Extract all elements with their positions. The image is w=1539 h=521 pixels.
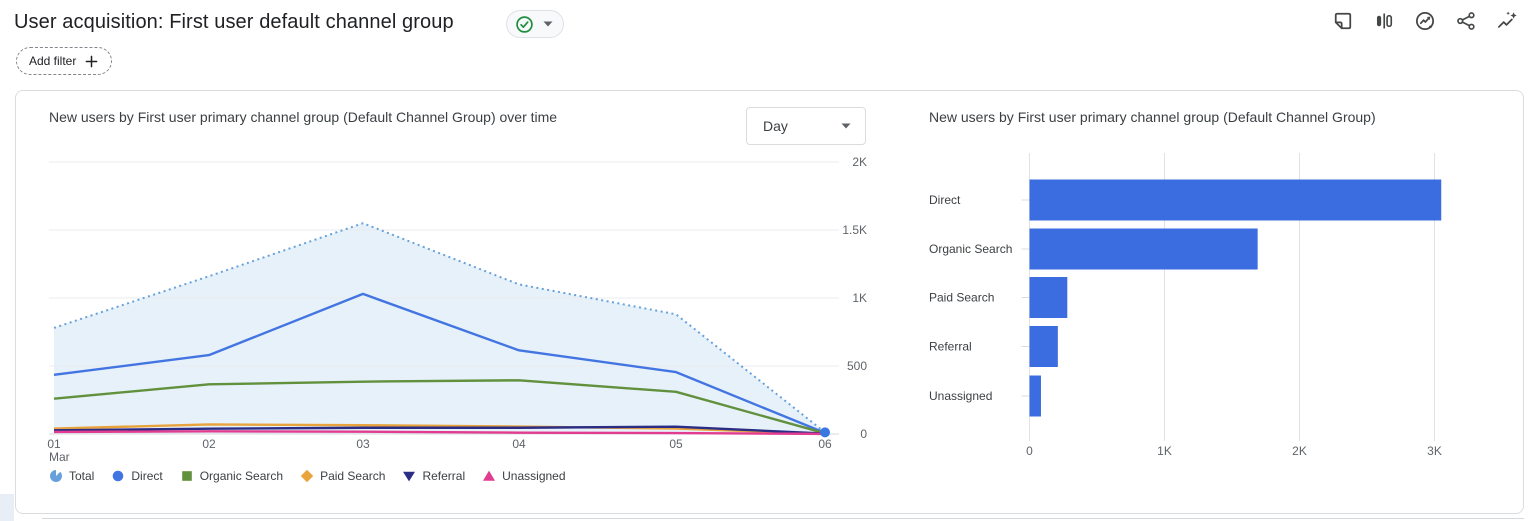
svg-text:04: 04 [512, 437, 526, 451]
legend-item-direct[interactable]: Direct [111, 469, 163, 483]
legend-item-referral[interactable]: Referral [402, 469, 465, 483]
note-icon [1334, 12, 1352, 30]
svg-text:1.5K: 1.5K [842, 223, 867, 237]
legend-item-unassigned[interactable]: Unassigned [482, 469, 566, 483]
comparisons-button[interactable] [1372, 9, 1396, 33]
svg-text:2K: 2K [1292, 444, 1307, 458]
svg-text:02: 02 [202, 437, 216, 451]
svg-text:Unassigned: Unassigned [929, 389, 992, 403]
next-section-divider [42, 518, 1524, 519]
user-acquisition-report: User acquisition: First user default cha… [0, 0, 1539, 521]
insights-button[interactable] [1413, 9, 1437, 33]
report-status-pill[interactable] [506, 10, 564, 38]
legend-label: Total [69, 469, 95, 483]
legend-label: Organic Search [199, 469, 284, 483]
svg-text:01: 01 [47, 437, 61, 451]
svg-text:Direct: Direct [929, 193, 961, 207]
svg-text:Paid Search: Paid Search [929, 291, 994, 305]
svg-text:2K: 2K [852, 155, 867, 169]
diamond-marker-icon [300, 469, 314, 483]
legend-item-paid-search[interactable]: Paid Search [300, 469, 385, 483]
svg-text:Organic Search: Organic Search [929, 242, 1012, 256]
plus-icon [85, 55, 98, 67]
note-button[interactable] [1331, 9, 1355, 33]
svg-text:1K: 1K [852, 291, 867, 305]
svg-text:Mar: Mar [49, 450, 70, 464]
line-chart: 0 500 1K 1.5K 2K 01 02 03 04 05 06 Mar [47, 155, 867, 464]
comparisons-icon [1376, 13, 1393, 29]
legend-label: Paid Search [320, 469, 386, 483]
analytics-intelligence-button[interactable] [1495, 9, 1519, 33]
bar-referral[interactable] [1029, 326, 1058, 367]
bar-unassigned[interactable] [1029, 375, 1041, 417]
share-icon [1457, 12, 1475, 30]
legend-label: Referral [422, 469, 466, 483]
svg-text:0: 0 [1026, 444, 1033, 458]
svg-text:03: 03 [356, 437, 370, 451]
svg-text:06: 06 [818, 437, 832, 451]
page-title: User acquisition: First user default cha… [14, 11, 454, 33]
svg-text:500: 500 [847, 359, 867, 373]
bar-organic-search[interactable] [1029, 228, 1258, 270]
bar-paid-search[interactable] [1029, 277, 1068, 318]
bar-chart: 0 1K 2K 3K Direct Organic Search Paid Search Re… [929, 153, 1442, 458]
svg-text:1K: 1K [1157, 444, 1172, 458]
chevron-down-icon [543, 21, 553, 27]
svg-text:Referral: Referral [929, 340, 972, 354]
legend-item-organic-search[interactable]: Organic Search [180, 469, 283, 483]
circle-marker-icon [113, 470, 124, 482]
page-scroll-gutter [0, 494, 14, 521]
add-filter-label: Add filter [29, 54, 77, 68]
add-filter-button[interactable]: Add filter [16, 47, 113, 75]
bar-direct[interactable] [1029, 179, 1442, 221]
check-circle-icon [516, 15, 533, 33]
legend-item-total[interactable]: Total [49, 469, 94, 483]
svg-text:0: 0 [860, 427, 867, 441]
scallop-marker-icon [49, 470, 62, 482]
report-toolbar [1331, 9, 1519, 33]
legend-label: Unassigned [502, 469, 566, 483]
insights-icon [1415, 11, 1435, 31]
legend-label: Direct [131, 469, 163, 483]
triangle-up-marker-icon [483, 470, 496, 481]
share-button[interactable] [1454, 9, 1478, 33]
sparkline-sparkle-icon [1497, 11, 1517, 28]
charts-card: New users by First user primary channel … [15, 90, 1524, 514]
chart-legend: Total Direct Organic Search Paid Search Refe… [49, 469, 566, 483]
triangle-down-marker-icon [403, 471, 416, 482]
svg-text:05: 05 [669, 437, 683, 451]
svg-text:3K: 3K [1427, 444, 1442, 458]
square-marker-icon [181, 471, 192, 481]
